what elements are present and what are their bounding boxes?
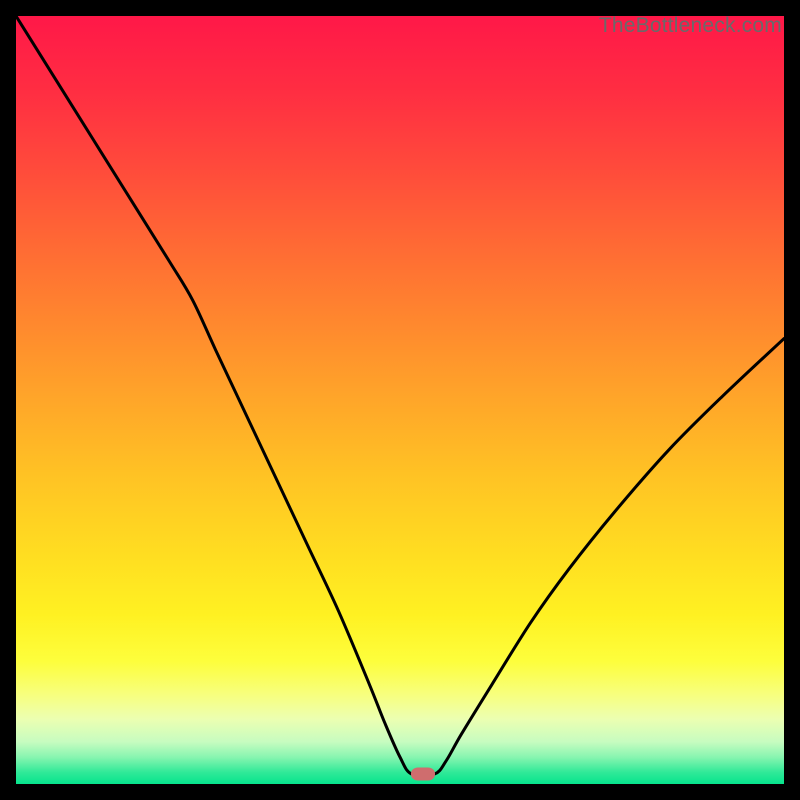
bottleneck-curve [16, 16, 784, 776]
chart-container: TheBottleneck.com [16, 16, 784, 784]
chart-line-layer [16, 16, 784, 784]
bottleneck-marker [411, 768, 435, 781]
plot-area [16, 16, 784, 784]
watermark-text: TheBottleneck.com [599, 14, 782, 38]
